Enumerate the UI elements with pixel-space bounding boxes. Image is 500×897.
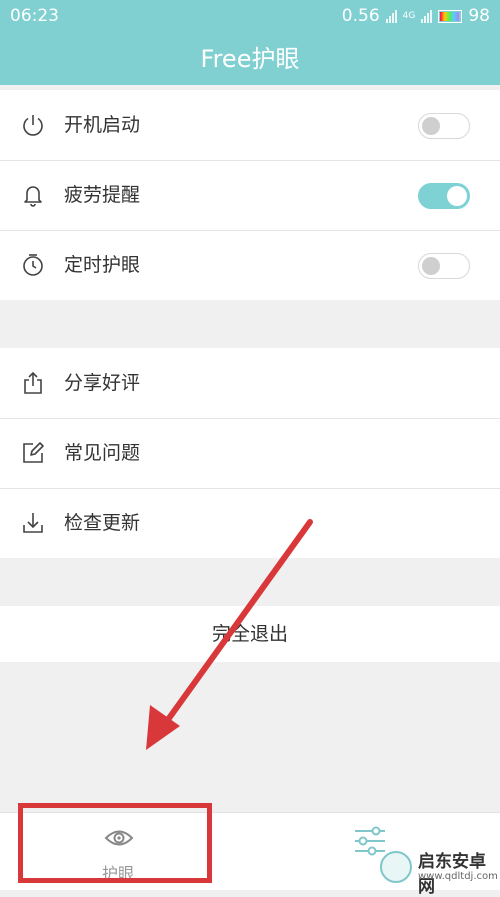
annotation-arrow <box>146 519 313 750</box>
watermark-logo-icon <box>380 851 412 883</box>
watermark-url: www.qdltdj.com <box>418 871 498 882</box>
watermark: 启东安卓网 www.qdltdj.com <box>378 847 500 897</box>
